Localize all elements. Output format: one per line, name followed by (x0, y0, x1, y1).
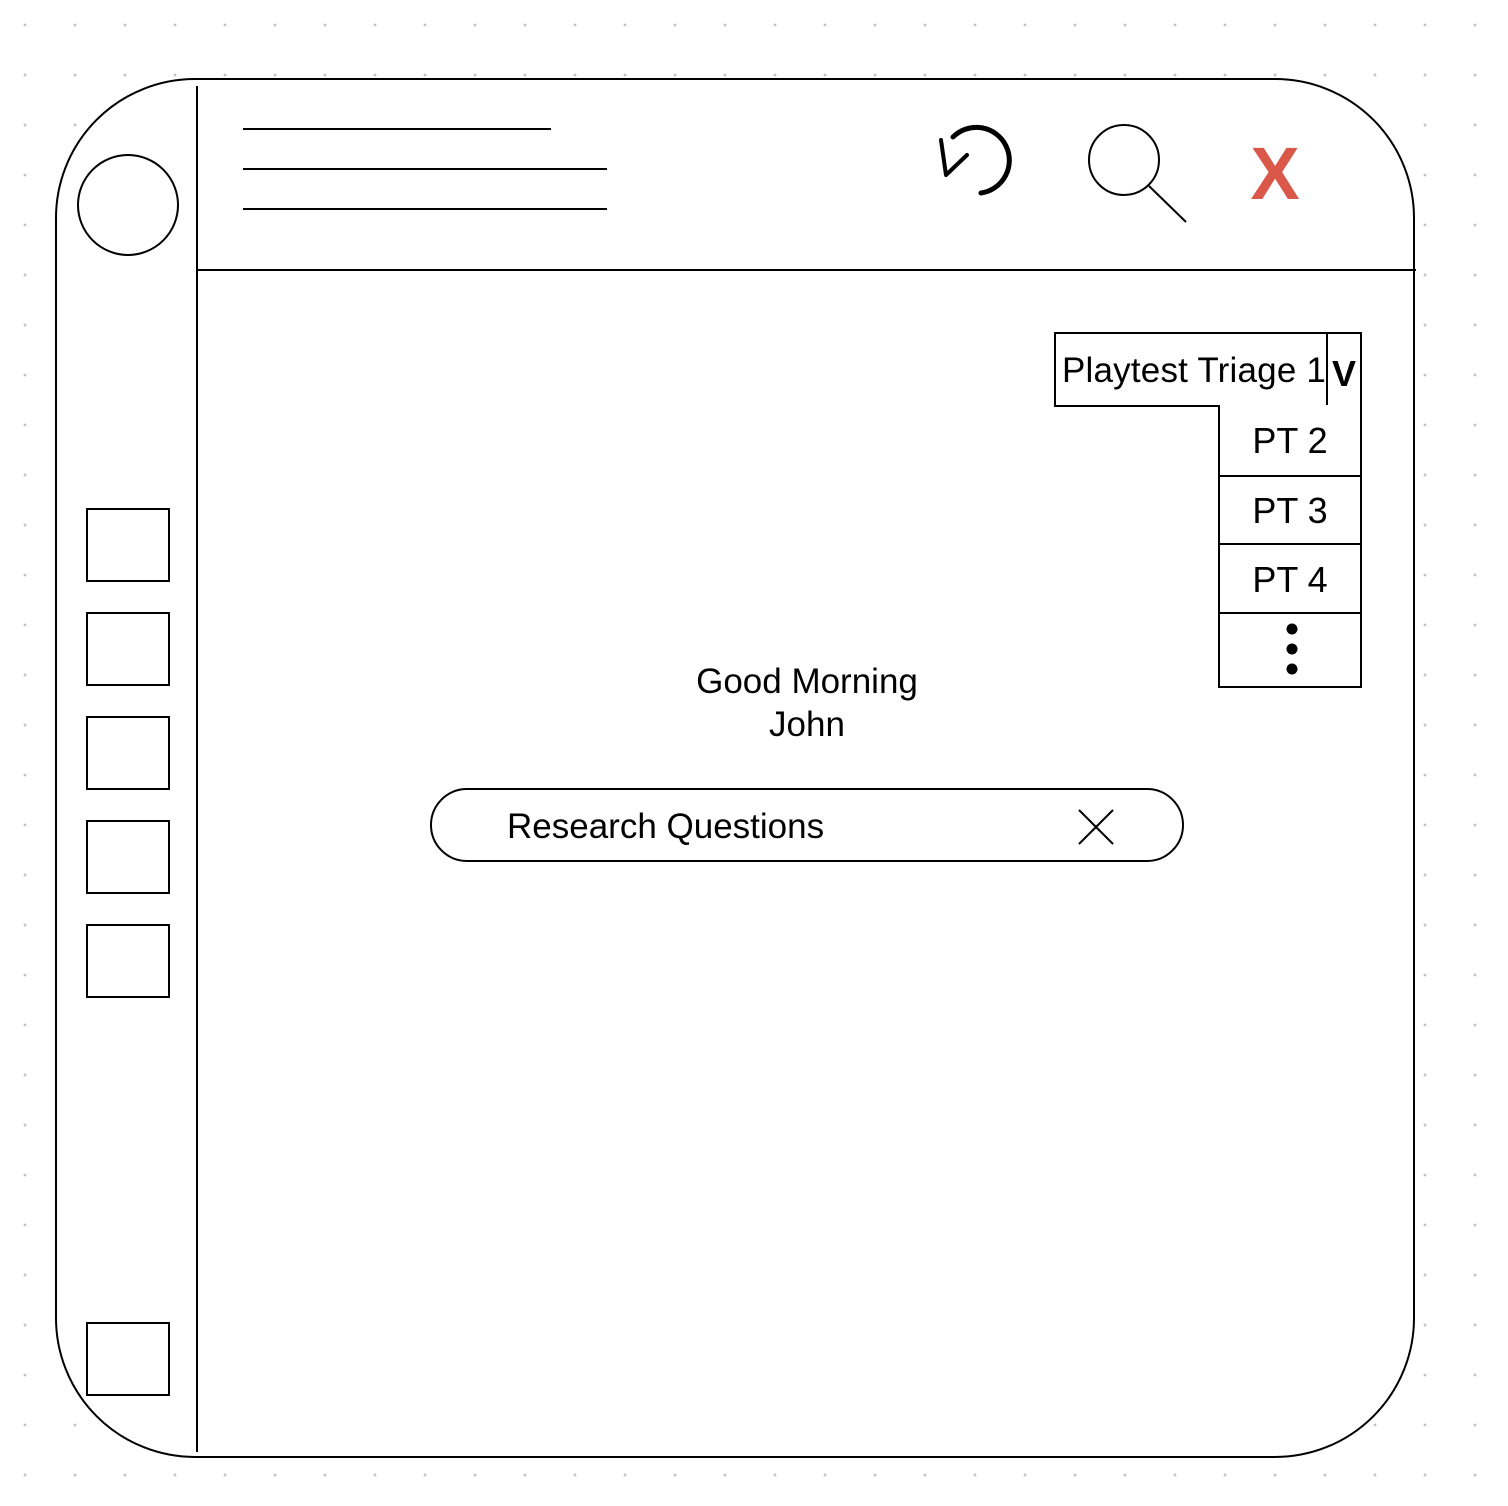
sidebar-divider (196, 86, 198, 1452)
greeting-user-name: John (769, 705, 845, 744)
close-window-icon[interactable]: X (1244, 134, 1306, 214)
app-window (55, 78, 1415, 1458)
chevron-down-icon[interactable]: V (1326, 334, 1360, 405)
project-select[interactable]: Playtest Triage 1 V (1054, 332, 1362, 407)
greeting-line-1: Good Morning (696, 662, 918, 701)
title-placeholder-line-2 (243, 168, 607, 170)
nav-item-4[interactable] (86, 820, 170, 894)
nav-item-1[interactable] (86, 508, 170, 582)
nav-item-2[interactable] (86, 612, 170, 686)
project-select-value: Playtest Triage 1 (1062, 351, 1327, 390)
search-input[interactable]: Research Questions (507, 790, 1067, 860)
nav-item-bottom[interactable] (86, 1322, 170, 1396)
more-options-button[interactable] (1220, 614, 1360, 686)
avatar[interactable] (77, 154, 179, 256)
more-vertical-icon (1286, 623, 1298, 675)
dropdown-option-pt-2[interactable]: PT 2 (1220, 405, 1360, 475)
dropdown-option-pt-3[interactable]: PT 3 (1220, 477, 1360, 543)
nav-item-5[interactable] (86, 924, 170, 998)
nav-item-3[interactable] (86, 716, 170, 790)
project-dropdown-menu: PT 2 PT 3 PT 4 (1218, 405, 1362, 688)
refresh-icon[interactable] (936, 118, 1028, 202)
close-icon[interactable] (1076, 807, 1116, 847)
title-placeholder-line-3 (243, 208, 607, 210)
search-icon[interactable] (1084, 116, 1194, 228)
header-divider (198, 269, 1416, 271)
dropdown-option-pt-4[interactable]: PT 4 (1220, 545, 1360, 612)
search-bar[interactable]: Research Questions (430, 788, 1184, 862)
greeting: Good Morning John (620, 660, 994, 746)
title-placeholder-line-1 (243, 128, 551, 130)
